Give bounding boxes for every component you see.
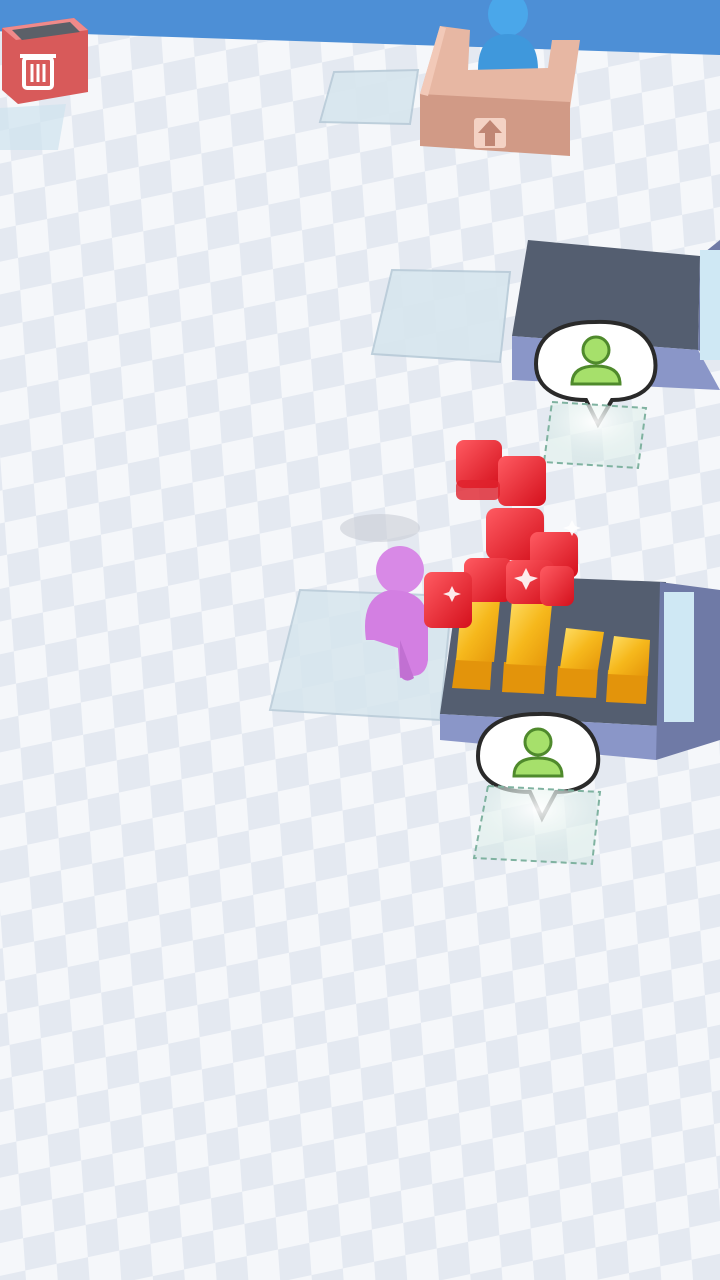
red-cube [424, 572, 472, 628]
red-cube [540, 566, 574, 606]
game-scene[interactable] [0, 0, 720, 1280]
trash-drop-zone[interactable] [0, 104, 66, 150]
red-cube [456, 480, 500, 500]
red-cube [498, 456, 546, 506]
glass-pad-mid[interactable] [370, 268, 512, 364]
customer-spot-upper[interactable] [542, 400, 648, 470]
trash-bin[interactable] [2, 18, 88, 104]
gold-bar [606, 636, 650, 704]
up-arrow-icon [474, 118, 506, 148]
customer-spot-lower[interactable] [472, 784, 602, 866]
glass-pad-top[interactable] [318, 68, 420, 126]
